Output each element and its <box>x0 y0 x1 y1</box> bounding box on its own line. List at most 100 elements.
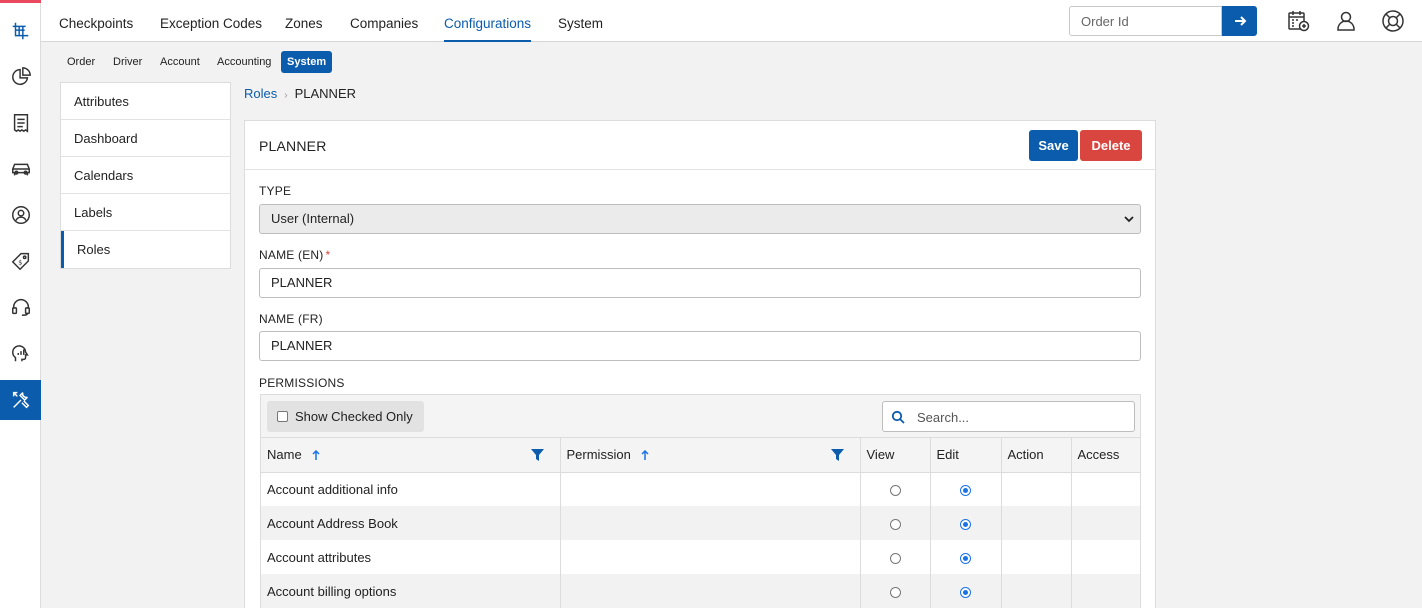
tab-checkpoints[interactable]: Checkpoints <box>59 0 133 42</box>
table-row: Account Address Book <box>261 506 1140 540</box>
row-edit-cell <box>930 574 1002 608</box>
chevron-down-icon <box>1124 216 1134 223</box>
row-edit-cell <box>930 506 1002 540</box>
type-select[interactable]: User (Internal) <box>259 204 1141 234</box>
save-button[interactable]: Save <box>1029 130 1078 161</box>
column-header-edit[interactable]: Edit <box>930 438 1002 473</box>
row-access-cell <box>1071 540 1140 574</box>
headset-icon[interactable] <box>0 287 41 327</box>
name-en-label-text: NAME (EN) <box>259 248 324 262</box>
logo-icon[interactable] <box>0 11 41 51</box>
subtab-driver[interactable]: Driver <box>107 51 148 73</box>
chevron-right-icon: › <box>284 90 288 101</box>
view-radio[interactable] <box>889 552 901 564</box>
grid-toolbar: Show Checked Only Search... <box>261 395 1140 438</box>
svg-text:$: $ <box>18 259 22 267</box>
row-edit-cell <box>930 540 1002 574</box>
view-radio[interactable] <box>889 586 901 598</box>
table-row: Account attributes <box>261 540 1140 574</box>
subtab-order[interactable]: Order <box>61 51 101 73</box>
name-fr-field[interactable]: PLANNER <box>259 331 1141 361</box>
side-menu: Attributes Dashboard Calendars Labels Ro… <box>60 82 231 269</box>
row-name-cell: Account attributes <box>261 540 561 574</box>
order-go-button[interactable] <box>1222 6 1257 36</box>
filter-icon[interactable] <box>830 449 844 461</box>
edit-radio[interactable] <box>960 518 971 530</box>
name-fr-label: NAME (FR) <box>259 312 323 326</box>
subtab-accounting[interactable]: Accounting <box>211 51 277 73</box>
column-header-access[interactable]: Access <box>1071 438 1140 473</box>
row-edit-cell <box>930 472 1002 506</box>
sort-ascending-icon[interactable] <box>641 450 649 461</box>
calendar-add-icon[interactable] <box>1286 9 1310 33</box>
row-action-cell <box>1001 472 1072 506</box>
document-list-icon[interactable] <box>0 103 41 143</box>
row-action-cell <box>1001 540 1072 574</box>
edit-radio[interactable] <box>960 484 971 496</box>
row-view-cell <box>860 506 931 540</box>
view-radio[interactable] <box>889 484 901 496</box>
show-checked-checkbox[interactable] <box>277 411 288 422</box>
edit-radio[interactable] <box>960 552 971 564</box>
help-lifebuoy-icon[interactable] <box>1381 9 1405 33</box>
row-view-cell <box>860 540 931 574</box>
permissions-label: PERMISSIONS <box>259 376 345 390</box>
side-item-roles[interactable]: Roles <box>61 231 230 268</box>
tab-zones[interactable]: Zones <box>285 0 323 42</box>
brand-accent-bar <box>0 0 41 3</box>
breadcrumb-current: PLANNER <box>294 86 357 101</box>
column-header-permission-label: Permission <box>566 447 631 463</box>
row-permission-cell <box>560 472 861 506</box>
user-circle-icon[interactable] <box>0 195 41 235</box>
type-select-value: User (Internal) <box>271 211 355 226</box>
dashboard-pie-icon[interactable] <box>0 57 41 97</box>
column-header-name[interactable]: Name <box>261 438 561 473</box>
edit-radio[interactable] <box>960 586 971 598</box>
left-rail: $ <box>0 0 41 608</box>
sort-ascending-icon[interactable] <box>312 450 320 461</box>
permissions-table: Name Permission View Edit Action Access … <box>261 438 1140 608</box>
permissions-table-body: Account additional info Account Address B… <box>261 472 1140 608</box>
view-radio[interactable] <box>889 518 901 530</box>
search-icon <box>891 410 905 424</box>
user-profile-icon[interactable] <box>1334 9 1358 33</box>
grid-search-input[interactable]: Search... <box>882 401 1135 432</box>
delete-button[interactable]: Delete <box>1080 130 1142 161</box>
order-id-input[interactable] <box>1069 6 1222 36</box>
side-item-attributes[interactable]: Attributes <box>61 83 230 120</box>
analytics-head-icon[interactable] <box>0 333 41 373</box>
tools-icon[interactable] <box>0 380 41 420</box>
card-header: PLANNER Save Delete <box>245 121 1155 170</box>
show-checked-only-toggle[interactable]: Show Checked Only <box>267 401 424 432</box>
side-item-dashboard[interactable]: Dashboard <box>61 120 230 157</box>
tab-exception-codes[interactable]: Exception Codes <box>160 0 262 42</box>
column-header-permission[interactable]: Permission <box>560 438 861 473</box>
role-editor-card: PLANNER Save Delete TYPE User (Internal)… <box>244 120 1156 608</box>
search-placeholder: Search... <box>917 410 970 425</box>
row-name-cell: Account Address Book <box>261 506 561 540</box>
type-label: TYPE <box>259 184 292 198</box>
filter-icon[interactable] <box>530 449 544 461</box>
breadcrumb-roles-link[interactable]: Roles <box>244 86 277 101</box>
row-view-cell <box>860 472 931 506</box>
tab-configurations[interactable]: Configurations <box>444 0 532 42</box>
required-marker: * <box>325 248 331 262</box>
row-action-cell <box>1001 574 1072 608</box>
subtab-account[interactable]: Account <box>154 51 206 73</box>
car-icon[interactable] <box>0 149 41 189</box>
side-item-calendars[interactable]: Calendars <box>61 157 230 194</box>
table-row: Account additional info <box>261 472 1140 506</box>
subtab-system[interactable]: System <box>281 51 333 73</box>
side-item-labels[interactable]: Labels <box>61 194 230 231</box>
tab-system[interactable]: System <box>558 0 603 42</box>
name-en-field[interactable]: PLANNER <box>259 268 1141 298</box>
tab-companies[interactable]: Companies <box>350 0 418 42</box>
row-name-cell: Account billing options <box>261 574 561 608</box>
price-tag-icon[interactable]: $ <box>0 241 41 281</box>
column-header-view[interactable]: View <box>860 438 931 473</box>
top-navigation: Checkpoints Exception Codes Zones Compan… <box>41 0 1422 42</box>
column-header-action[interactable]: Action <box>1001 438 1072 473</box>
role-title: PLANNER <box>259 138 327 154</box>
table-row: Account billing options <box>261 574 1140 608</box>
row-permission-cell <box>560 540 861 574</box>
